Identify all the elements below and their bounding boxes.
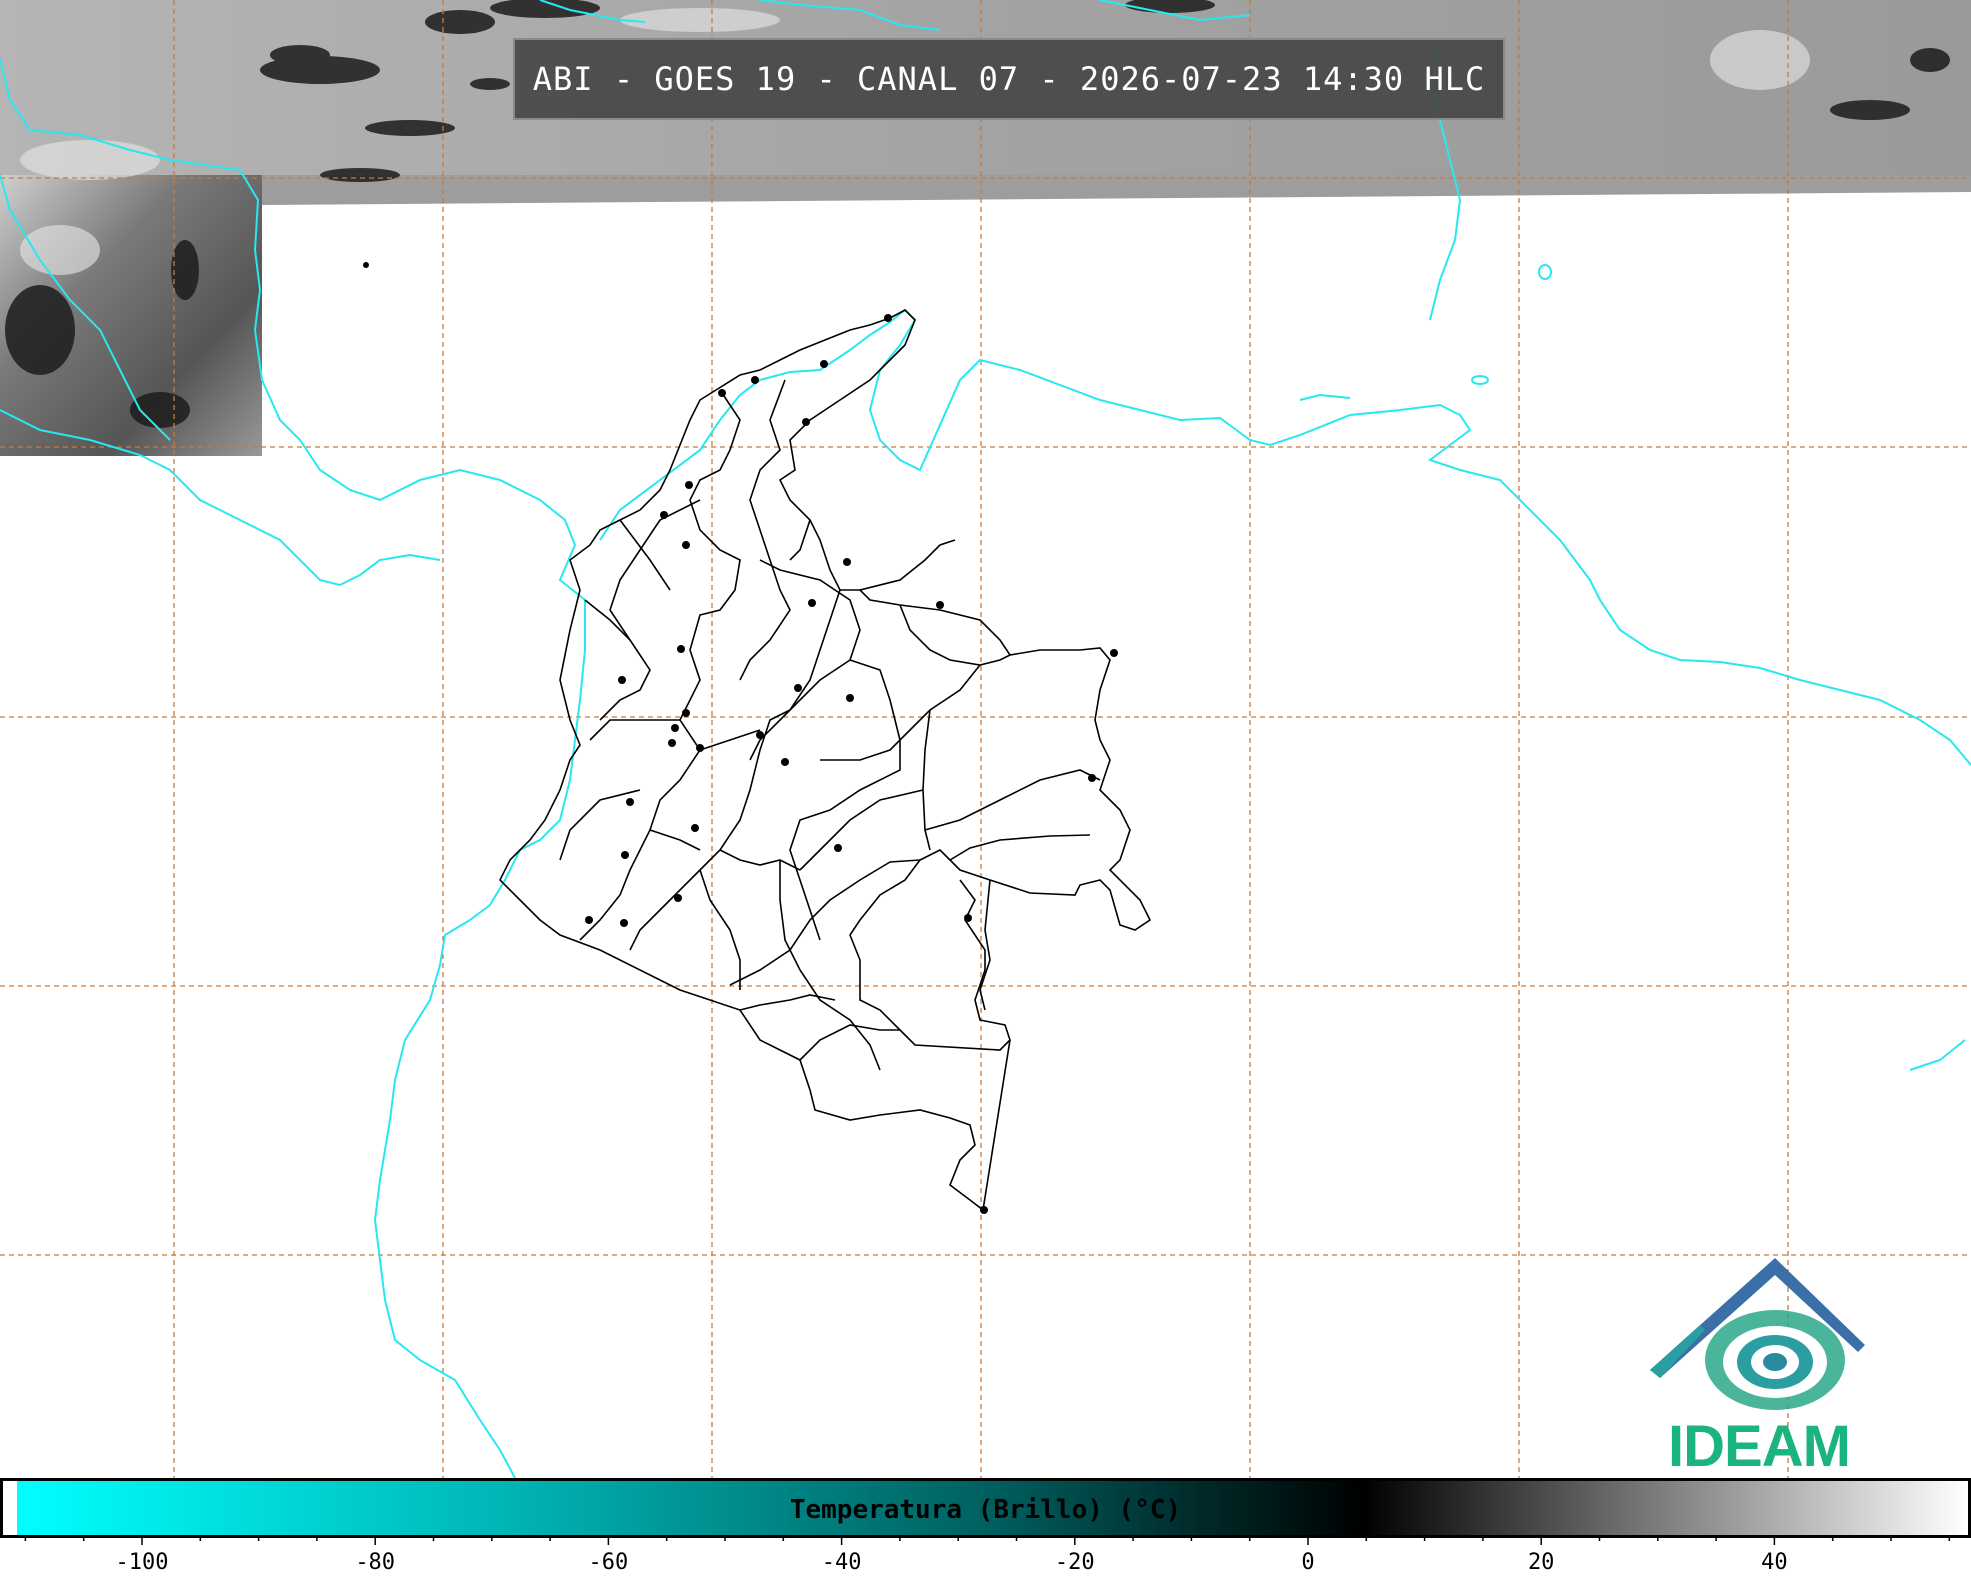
colorbar-tick-label: 40 [1761,1550,1788,1575]
colorbar-label: Temperatura (Brillo) (°C) [789,1495,1182,1525]
map-title: ABI - GOES 19 - CANAL 07 - 2026-07-23 14… [513,38,1505,120]
colorbar-tick-label: -80 [355,1550,396,1575]
colorbar-tick-label: 20 [1527,1550,1555,1575]
colorbar-tick-label: 0 [1301,1550,1315,1575]
temperature-colorbar: Temperatura (Brillo) (°C) [0,1478,1971,1538]
colorbar-tick-label: -60 [588,1550,629,1575]
ideam-logo-text: IDEAM [1668,1414,1851,1479]
coastlines [0,0,1971,1479]
colorbar-tick-label: -20 [1054,1550,1095,1575]
map-canvas [0,0,1971,1479]
colorbar-tick-label: -100 [115,1550,169,1575]
satellite-map: ABI - GOES 19 - CANAL 07 - 2026-07-23 14… [0,0,1971,1577]
lat-lon-grid [0,0,1971,1478]
colorbar-ticks [24,1535,1951,1545]
colombia-admin-borders [499,309,1152,1212]
colorbar-tick-label: -40 [821,1550,862,1575]
ideam-logo-icon [1650,1258,1865,1410]
